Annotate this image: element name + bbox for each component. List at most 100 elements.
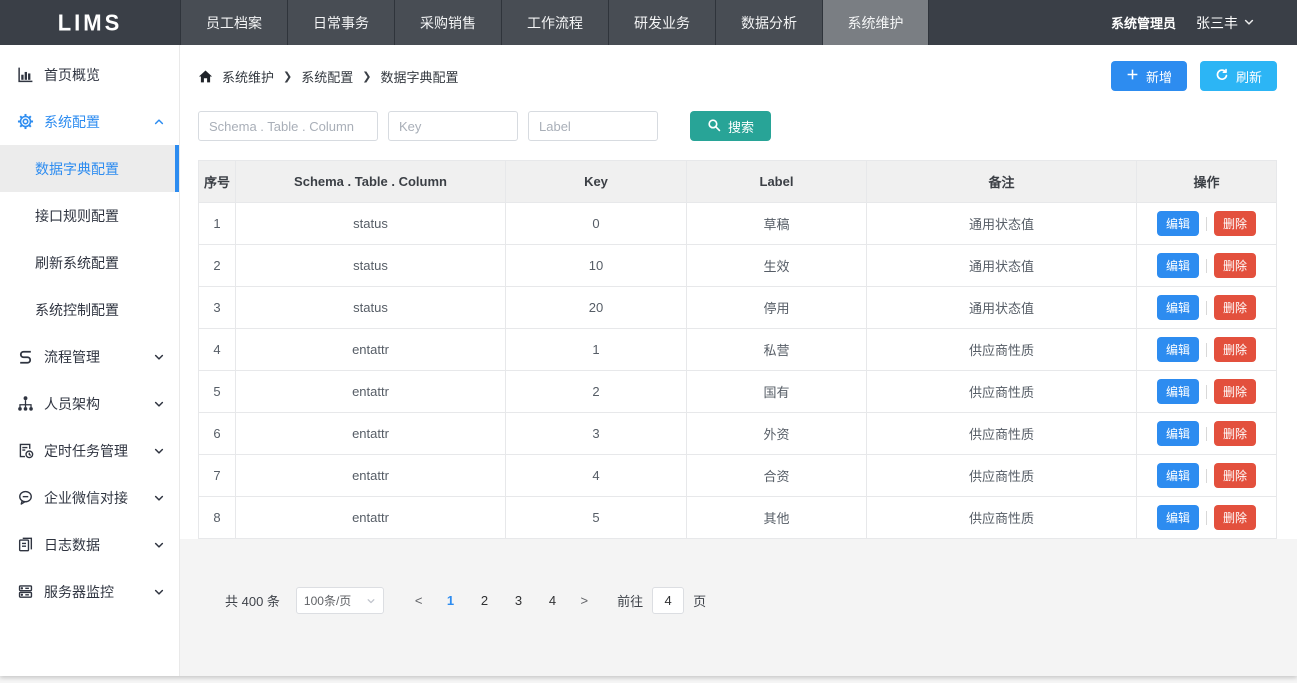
edit-button[interactable]: 编辑 [1157,337,1199,362]
label-filter-input[interactable] [528,111,658,141]
delete-button[interactable]: 删除 [1214,211,1256,236]
delete-button[interactable]: 删除 [1214,337,1256,362]
delete-button[interactable]: 删除 [1214,505,1256,530]
edit-button[interactable]: 编辑 [1157,211,1199,236]
action-divider [1206,259,1207,273]
refresh-button[interactable]: 刷新 [1200,61,1277,91]
topbar-tab-2[interactable]: 日常事务 [287,0,394,45]
user-role-label: 系统管理员 [1111,13,1176,32]
action-divider [1206,217,1207,231]
column-header-5: 备注 [867,161,1137,203]
sidebar-item-label: 人员架构 [44,394,100,414]
topbar-tab-6[interactable]: 数据分析 [715,0,822,45]
row-actions: 编辑删除 [1137,371,1277,413]
breadcrumb-item-2[interactable]: 系统配置 [301,67,353,86]
action-divider [1206,301,1207,315]
delete-button[interactable]: 删除 [1214,463,1256,488]
data-dictionary-table: 序号Schema . Table . ColumnKeyLabel备注操作 1s… [198,160,1278,539]
chevron-down-icon [153,539,165,551]
row-index: 3 [199,287,236,329]
topbar-tab-1[interactable]: 员工档案 [180,0,287,45]
app-window: LIMS 员工档案日常事务采购销售工作流程研发业务数据分析系统维护 系统管理员 … [0,0,1297,676]
table-row-2: 2status10生效通用状态值编辑删除 [199,245,1277,287]
breadcrumb-items: 系统维护 ❯ 系统配置 ❯ 数据字典配置 [222,67,458,86]
goto-page-input[interactable] [652,587,684,614]
edit-button[interactable]: 编辑 [1157,505,1199,530]
sidebar-item-4[interactable]: 人员架构 [0,380,179,427]
sidebar-subitem-2-4[interactable]: 系统控制配置 [0,286,179,333]
page-number-2[interactable]: 2 [479,593,491,608]
sidebar-subitem-2-1[interactable]: 数据字典配置 [0,145,179,192]
column-header-1: 序号 [199,161,236,203]
breadcrumb-item-1[interactable]: 系统维护 [222,67,274,86]
topbar-tab-3[interactable]: 采购销售 [394,0,501,45]
task-clock-icon [16,442,34,460]
delete-button[interactable]: 删除 [1214,421,1256,446]
topbar: LIMS 员工档案日常事务采购销售工作流程研发业务数据分析系统维护 系统管理员 … [0,0,1297,45]
schema-filter-input[interactable] [198,111,378,141]
edit-button[interactable]: 编辑 [1157,463,1199,488]
topbar-tabs: 员工档案日常事务采购销售工作流程研发业务数据分析系统维护 [180,0,929,45]
row-remark: 供应商性质 [867,497,1137,539]
breadcrumb-separator: ❯ [362,70,371,83]
add-button[interactable]: 新增 [1111,61,1187,91]
sidebar: 首页概览系统配置数据字典配置接口规则配置刷新系统配置系统控制配置流程管理人员架构… [0,45,180,676]
row-key: 4 [506,455,687,497]
delete-button[interactable]: 删除 [1214,253,1256,278]
chart-bar-icon [16,66,34,84]
user-menu[interactable]: 张三丰 [1196,13,1255,33]
page-number-4[interactable]: 4 [547,593,559,608]
row-remark: 供应商性质 [867,329,1137,371]
column-header-6: 操作 [1137,161,1277,203]
row-schema: entattr [236,455,506,497]
main-content: 系统维护 ❯ 系统配置 ❯ 数据字典配置 新增 刷新 搜索 [180,45,1297,676]
sidebar-item-3[interactable]: 流程管理 [0,333,179,380]
topbar-tab-5[interactable]: 研发业务 [608,0,715,45]
edit-button[interactable]: 编辑 [1157,253,1199,278]
page-numbers: 1 2 3 4 [434,593,570,608]
sidebar-item-1[interactable]: 首页概览 [0,51,179,98]
sidebar-item-label: 日志数据 [44,535,100,555]
sidebar-item-8[interactable]: 服务器监控 [0,568,179,615]
key-filter-input[interactable] [388,111,518,141]
app-logo: LIMS [0,0,180,46]
sidebar-item-7[interactable]: 日志数据 [0,521,179,568]
topbar-tab-7[interactable]: 系统维护 [822,0,929,45]
row-key: 0 [506,203,687,245]
row-remark: 通用状态值 [867,245,1137,287]
chevron-down-icon [153,586,165,598]
row-remark: 供应商性质 [867,455,1137,497]
prev-page-button[interactable]: < [415,593,423,608]
row-key: 1 [506,329,687,371]
row-label: 私营 [687,329,867,371]
sidebar-item-2[interactable]: 系统配置 [0,98,179,145]
search-button[interactable]: 搜索 [690,111,771,141]
goto-label: 前往 [617,591,643,610]
action-divider [1206,343,1207,357]
row-actions: 编辑删除 [1137,413,1277,455]
row-schema: status [236,203,506,245]
edit-button[interactable]: 编辑 [1157,295,1199,320]
delete-button[interactable]: 删除 [1214,295,1256,320]
row-remark: 供应商性质 [867,371,1137,413]
delete-button[interactable]: 删除 [1214,379,1256,404]
sidebar-item-5[interactable]: 定时任务管理 [0,427,179,474]
edit-button[interactable]: 编辑 [1157,379,1199,404]
chevron-down-icon [153,492,165,504]
row-schema: entattr [236,413,506,455]
action-divider [1206,427,1207,441]
page-number-1[interactable]: 1 [445,593,457,608]
row-index: 5 [199,371,236,413]
page-number-3[interactable]: 3 [513,593,525,608]
page-size-select[interactable]: 100条/页 [296,587,384,614]
breadcrumb-item-3[interactable]: 数据字典配置 [380,67,458,86]
sidebar-subitem-2-2[interactable]: 接口规则配置 [0,192,179,239]
sidebar-item-6[interactable]: 企业微信对接 [0,474,179,521]
breadcrumb-separator: ❯ [283,70,292,83]
edit-button[interactable]: 编辑 [1157,421,1199,446]
row-remark: 通用状态值 [867,203,1137,245]
next-page-button[interactable]: > [581,593,589,608]
sidebar-subitem-2-3[interactable]: 刷新系统配置 [0,239,179,286]
table-row-4: 4entattr1私营供应商性质编辑删除 [199,329,1277,371]
topbar-tab-4[interactable]: 工作流程 [501,0,608,45]
